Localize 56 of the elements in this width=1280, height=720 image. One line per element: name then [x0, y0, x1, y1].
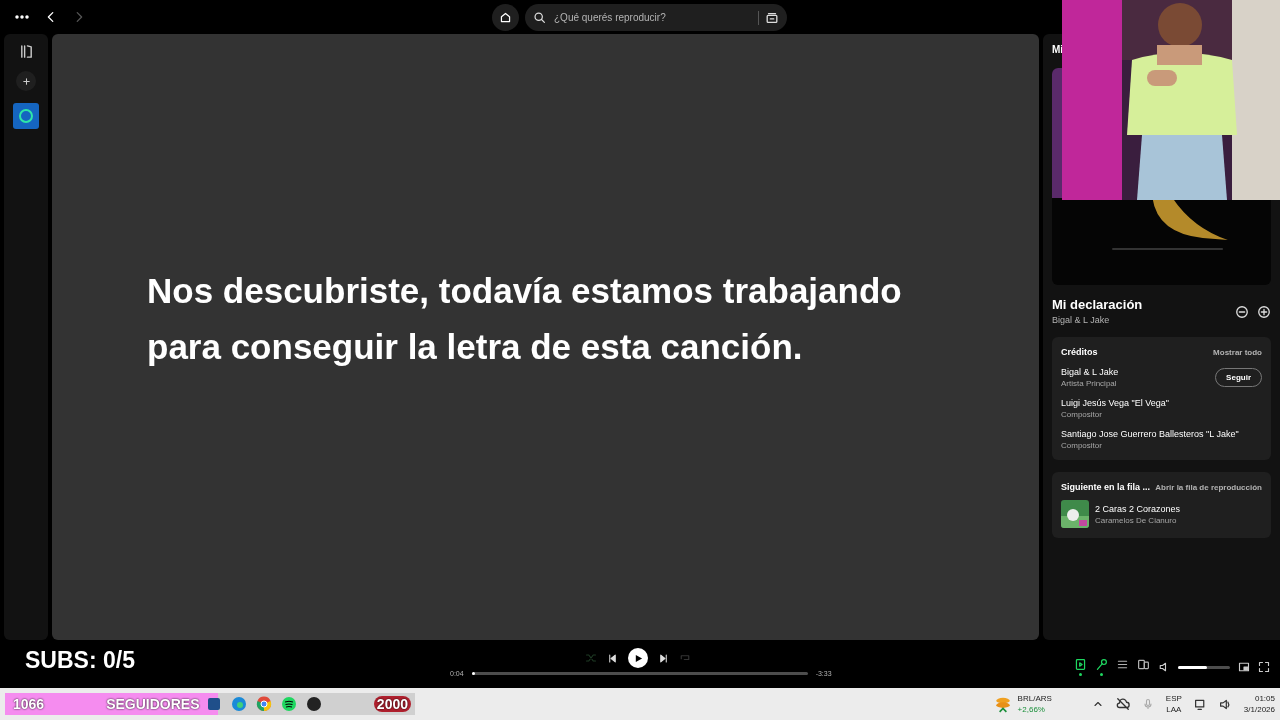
- music-app-icon[interactable]: [280, 696, 297, 712]
- person-name[interactable]: Santiago Jose Guerrero Ballesteros "L Jake": [1061, 429, 1239, 439]
- person-role: Compositor: [1061, 410, 1103, 419]
- show-all-link[interactable]: Mostrar todo: [1213, 347, 1262, 357]
- devices-icon[interactable]: [1137, 658, 1150, 671]
- language-code[interactable]: ESP: [1165, 694, 1182, 703]
- library-icon[interactable]: [18, 44, 34, 59]
- search-icon: [533, 11, 546, 24]
- follower-count: 1066: [13, 696, 45, 712]
- mini-player-icon[interactable]: [1238, 661, 1250, 673]
- person-name[interactable]: Luigi Jesús Vega "El Vega": [1061, 398, 1169, 408]
- keyboard-layout[interactable]: LAA: [1166, 705, 1182, 714]
- cloud-off-icon[interactable]: [1115, 697, 1130, 711]
- follower-goal: 2000: [373, 696, 411, 712]
- fullscreen-icon[interactable]: [1258, 661, 1270, 673]
- browser-icon[interactable]: [255, 696, 272, 712]
- queue-heading: Siguiente en la fila ...: [1061, 482, 1151, 492]
- home-icon[interactable]: [499, 11, 512, 24]
- person-role: Compositor: [1061, 441, 1103, 450]
- track-title[interactable]: Mi declaración: [1052, 297, 1143, 312]
- app-icon[interactable]: [305, 696, 322, 712]
- play-button[interactable]: [628, 648, 648, 668]
- home-button[interactable]: [492, 4, 519, 31]
- subs-counter: SUBS: 0/5: [25, 647, 135, 674]
- clock-date[interactable]: 3/1/2026: [1243, 705, 1275, 714]
- speaker-icon[interactable]: [1218, 697, 1232, 711]
- now-playing-icon[interactable]: [1074, 658, 1087, 671]
- minus-circle-icon[interactable]: [1235, 305, 1249, 319]
- playlist-cover[interactable]: [13, 103, 39, 129]
- volume-slider[interactable]: [1178, 665, 1230, 669]
- add-button[interactable]: [16, 71, 36, 91]
- next-icon[interactable]: [658, 652, 669, 664]
- network-icon[interactable]: [1193, 697, 1207, 711]
- coins-icon[interactable]: [993, 695, 1012, 713]
- microphone-icon[interactable]: [1095, 658, 1108, 671]
- previous-icon[interactable]: [607, 652, 618, 664]
- person-role: Artista Principal: [1061, 379, 1118, 388]
- play-icon: [633, 653, 643, 663]
- search-bar[interactable]: ¿Qué querés reproducir?: [525, 4, 787, 31]
- search-field[interactable]: ¿Qué querés reproducir?: [552, 11, 752, 24]
- lyrics-message: Nos descubriste, todavía estamos trabajando para conseguir la letra de esta canción.: [147, 270, 903, 368]
- open-queue-link[interactable]: Abrir la fila de reproducción: [1155, 482, 1262, 492]
- plus-circle-icon[interactable]: [1257, 305, 1271, 319]
- follower-label: SEGUIDORES: [106, 696, 200, 712]
- currency-pair: BRL/ARS: [1017, 694, 1052, 703]
- clock-time[interactable]: 01:05: [1254, 694, 1275, 703]
- plus-icon: [20, 75, 32, 87]
- next-track-artist: Caramelos De Cianuro: [1095, 515, 1178, 525]
- browse-icon[interactable]: [765, 10, 779, 25]
- panel-header: Mi: [1052, 44, 1065, 57]
- next-track-title[interactable]: 2 Caras 2 Corazones: [1095, 503, 1181, 514]
- artist-name[interactable]: Bigal & L Jake: [1052, 315, 1143, 325]
- queue-icon[interactable]: [1116, 658, 1129, 671]
- person-name[interactable]: Bigal & L Jake: [1061, 367, 1119, 377]
- credits-heading: Créditos: [1061, 347, 1098, 357]
- currency-change: +2,66%: [1017, 705, 1045, 714]
